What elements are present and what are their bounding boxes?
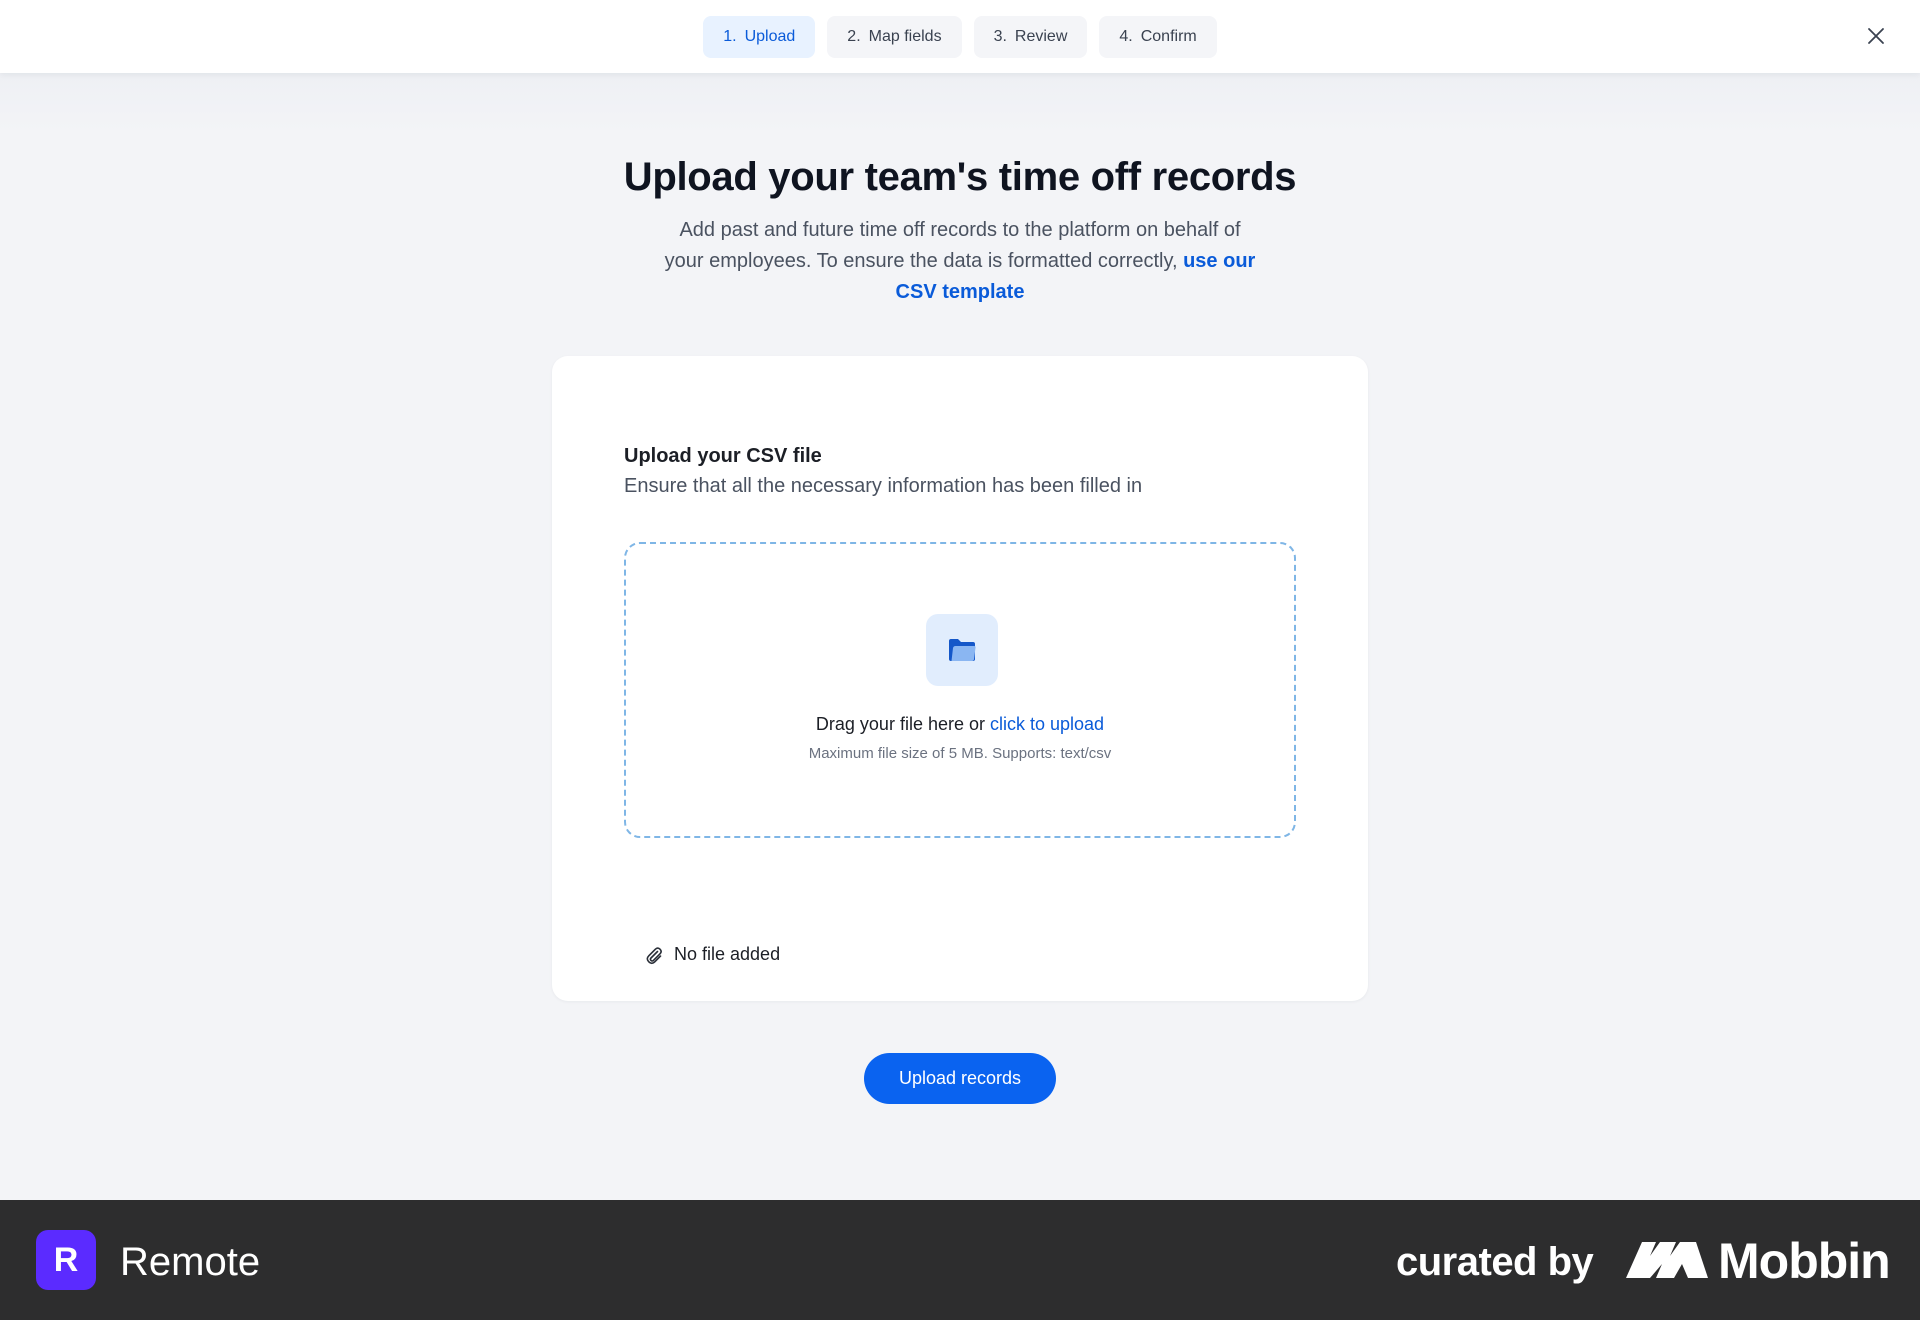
mobbin-wordmark: Mobbin: [1718, 1233, 1891, 1289]
step-label: Review: [1014, 28, 1068, 45]
dropzone-instruction: Drag your file here or: [815, 714, 985, 734]
card-description: Ensure that all the necessary informatio…: [624, 475, 1143, 497]
close-button[interactable]: [1862, 22, 1890, 50]
step-number: 4.: [1119, 28, 1133, 45]
dropzone-text: Drag your file here or click to upload: [626, 714, 1294, 735]
paperclip-icon: [646, 946, 662, 964]
card-title: Upload your CSV file: [624, 445, 822, 467]
main-content: Upload your team's time off records Add …: [0, 73, 1920, 1200]
step-review[interactable]: 3. Review: [973, 16, 1088, 58]
step-confirm[interactable]: 4. Confirm: [1099, 16, 1217, 58]
click-to-upload-link[interactable]: click to upload: [990, 714, 1104, 734]
page-subtitle: Add past and future time off records to …: [660, 215, 1260, 308]
mobbin-logo-icon: [1626, 1242, 1708, 1278]
stepper: 1. Upload 2. Map fields 3. Review 4. Con…: [0, 16, 1920, 58]
step-label: Upload: [744, 28, 796, 45]
step-map-fields[interactable]: 2. Map fields: [827, 16, 962, 58]
step-number: 2.: [847, 28, 861, 45]
step-label: Map fields: [868, 28, 942, 45]
step-number: 3.: [993, 28, 1007, 45]
folder-icon: [926, 614, 998, 686]
remote-logo: R: [36, 1230, 96, 1290]
footer: R Remote curated by Mobbin: [0, 1200, 1920, 1320]
curated-by-label: curated by: [1396, 1240, 1594, 1284]
step-upload[interactable]: 1. Upload: [703, 16, 816, 58]
dropzone-hint: Maximum file size of 5 MB. Supports: tex…: [808, 745, 1112, 762]
close-icon: [1868, 28, 1884, 44]
step-number: 1.: [723, 28, 737, 45]
upload-card: Upload your CSV file Ensure that all the…: [552, 356, 1368, 1001]
subtitle-text: Add past and future time off records to …: [664, 219, 1241, 272]
file-dropzone[interactable]: Drag your file here or click to upload M…: [624, 542, 1296, 838]
file-status: No file added: [644, 944, 780, 965]
upload-records-button[interactable]: Upload records: [864, 1053, 1056, 1104]
step-label: Confirm: [1140, 28, 1197, 45]
brand-name: Remote: [120, 1240, 261, 1284]
file-status-text: No file added: [674, 944, 781, 964]
page-title: Upload your team's time off records: [623, 155, 1297, 199]
stepper-bar: 1. Upload 2. Map fields 3. Review 4. Con…: [0, 0, 1920, 73]
